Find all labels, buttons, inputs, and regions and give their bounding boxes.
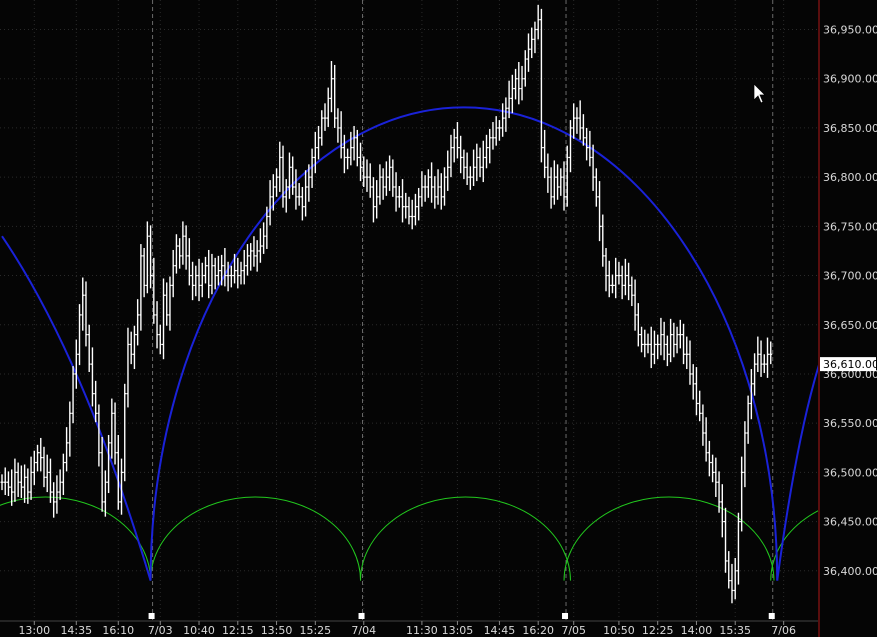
x-tick-label: 10:50 <box>603 624 635 637</box>
y-tick-label: 36,850.00 <box>823 122 877 135</box>
x-tick-label: 12:25 <box>642 624 674 637</box>
y-tick-label: 36,800.00 <box>823 171 877 184</box>
y-tick-label: 36,750.00 <box>823 220 877 233</box>
y-tick-label: 36,550.00 <box>823 417 877 430</box>
x-tick-label: 16:20 <box>522 624 554 637</box>
chart-background <box>0 0 877 637</box>
x-tick-label: 11:30 <box>406 624 438 637</box>
price-chart[interactable]: 36,400.00 36,450.00 36,500.00 36,550.00 36,6… <box>0 0 877 637</box>
cycle-low-marker <box>768 613 775 619</box>
x-tick-label: 13:00 <box>18 624 50 637</box>
x-tick-label: 13:50 <box>261 624 293 637</box>
y-tick-label: 36,650.00 <box>823 319 877 332</box>
x-tick-label: 7/05 <box>561 624 586 637</box>
x-tick-label: 15:25 <box>299 624 331 637</box>
cycle-low-marker <box>148 613 155 619</box>
x-tick-label: 12:15 <box>222 624 254 637</box>
x-tick-label: 14:35 <box>60 624 92 637</box>
x-tick-label: 14:45 <box>484 624 516 637</box>
x-tick-label: 7/03 <box>148 624 173 637</box>
y-tick-label: 36,950.00 <box>823 24 877 37</box>
y-tick-label: 36,700.00 <box>823 270 877 283</box>
cycle-low-marker <box>358 613 365 619</box>
x-tick-label: 7/04 <box>351 624 376 637</box>
x-tick-label: 15:35 <box>719 624 751 637</box>
y-tick-label: 36,450.00 <box>823 516 877 529</box>
y-tick-label: 36,900.00 <box>823 73 877 86</box>
cycle-low-marker <box>562 613 569 619</box>
x-tick-label: 10:40 <box>183 624 215 637</box>
x-tick-label: 16:10 <box>102 624 134 637</box>
x-tick-label: 7/06 <box>771 624 796 637</box>
chart-container: 36,400.00 36,450.00 36,500.00 36,550.00 36,6… <box>0 0 877 637</box>
y-tick-label: 36,400.00 <box>823 565 877 578</box>
x-tick-label: 13:05 <box>442 624 474 637</box>
current-price-label: 36,610.00 <box>823 358 877 371</box>
y-tick-label: 36,500.00 <box>823 466 877 479</box>
x-tick-label: 14:00 <box>681 624 713 637</box>
